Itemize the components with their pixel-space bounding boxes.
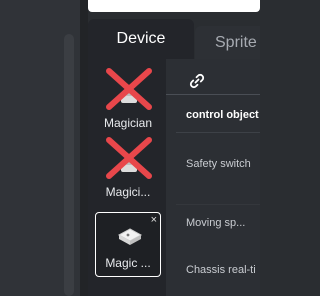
vertical-scrollbar[interactable]: [64, 34, 74, 296]
device-list: Magician Magici... × Magic ...: [88, 59, 166, 296]
top-input-field[interactable]: [88, 0, 260, 12]
device-label: Magician: [103, 116, 153, 130]
device-item-magic-selected[interactable]: × Magic ...: [95, 212, 161, 277]
device-item-magician[interactable]: Magician: [95, 65, 161, 130]
panel-divider: [80, 0, 88, 296]
device-label: Magic ...: [105, 256, 151, 270]
divider: [176, 204, 260, 205]
device-settings-panel: control object Safety switch Moving sp..…: [166, 59, 260, 296]
removed-x-icon: [106, 68, 152, 110]
device-box-icon: [117, 228, 143, 245]
tab-sprite[interactable]: Sprite: [195, 26, 260, 59]
divider: [176, 132, 260, 133]
moving-speed-label: Moving sp...: [186, 217, 246, 229]
tab-device[interactable]: Device: [88, 19, 194, 59]
safety-switch-label: Safety switch: [186, 158, 251, 170]
chassis-realtime-label: Chassis real-ti: [186, 264, 256, 276]
close-icon[interactable]: ×: [151, 215, 157, 226]
app-window: Device Sprite Magician Magici... × Magic…: [0, 0, 260, 296]
settings-toolbar: [166, 59, 260, 95]
control-object-title: control object: [186, 109, 259, 121]
device-item-magician-2[interactable]: Magici...: [95, 134, 161, 199]
removed-x-icon: [106, 137, 152, 179]
device-label: Magici...: [105, 185, 151, 199]
link-icon[interactable]: [188, 72, 206, 90]
